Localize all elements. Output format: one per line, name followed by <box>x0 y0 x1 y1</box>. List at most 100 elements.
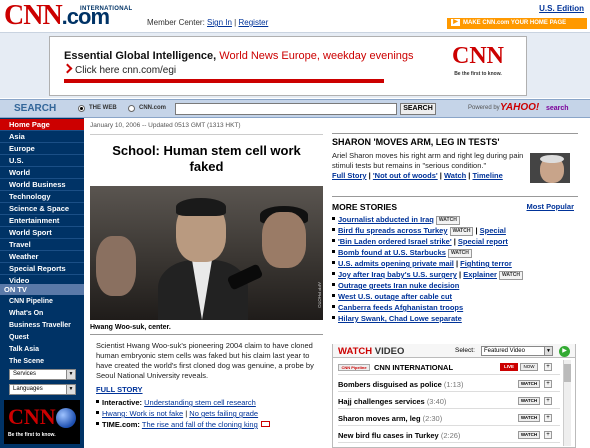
nav-special-reports[interactable]: Special Reports <box>0 263 84 275</box>
services-select[interactable]: Services ▼ <box>9 369 76 380</box>
ad-banner[interactable]: Essential Global Intelligence, World New… <box>49 36 527 96</box>
story-link[interactable]: Canberra feeds Afghanistan troops <box>338 303 463 312</box>
nav-travel[interactable]: Travel <box>0 239 84 251</box>
plus-icon[interactable]: + <box>544 414 552 422</box>
video-row[interactable]: Bombers disguised as police (1:13) WATCH… <box>338 377 560 392</box>
video-row[interactable]: Sharon moves arm, leg (2:30) WATCH + <box>338 411 560 426</box>
make-homepage-button[interactable]: ▶ MAKE CNN.com YOUR HOME PAGE <box>447 18 587 29</box>
story-item: Hilary Swank, Chad Lowe separate <box>332 314 462 324</box>
divider <box>90 334 323 335</box>
story-link[interactable]: U.S. admits opening private mail <box>338 259 454 268</box>
radio-the-web-label[interactable]: THE WEB <box>89 105 117 111</box>
sign-in-link[interactable]: Sign In <box>207 18 232 27</box>
sharon-headline[interactable]: SHARON 'MOVES ARM, LEG IN TESTS' <box>332 137 499 147</box>
search-input[interactable] <box>175 103 397 115</box>
nav-entertainment[interactable]: Entertainment <box>0 215 84 227</box>
story-link[interactable]: West U.S. outage after cable cut <box>338 292 452 301</box>
nav-asia[interactable]: Asia <box>0 131 84 143</box>
not-out-of-woods-link[interactable]: 'Not out of woods' <box>373 171 438 180</box>
related-link-time: TIME.com: The rise and fall of the cloni… <box>96 420 270 430</box>
tv-cnn-pipeline[interactable]: CNN Pipeline <box>0 296 84 308</box>
story-link[interactable]: Bomb found at U.S. Starbucks <box>338 248 446 257</box>
now-button[interactable]: NOW <box>520 363 538 371</box>
story-item: U.S. admits opening private mail | Fight… <box>332 259 512 269</box>
story-item: Bomb found at U.S. Starbucks WATCH <box>332 248 474 258</box>
nav-world-sport[interactable]: World Sport <box>0 227 84 239</box>
story-link[interactable]: Bird flu spreads across Turkey <box>338 226 448 235</box>
languages-select[interactable]: Languages ▼ <box>9 384 76 395</box>
us-edition-link[interactable]: U.S. Edition <box>539 4 584 13</box>
special-report-link[interactable]: Special report <box>458 237 508 246</box>
nav-technology[interactable]: Technology <box>0 191 84 203</box>
sharon-full-story-link[interactable]: Full Story <box>332 171 367 180</box>
cnn-promo-logo[interactable]: CNN Be the first to know. <box>4 400 80 444</box>
banner-title: Essential Global Intelligence, World New… <box>64 50 414 62</box>
sharon-timeline-link[interactable]: Timeline <box>472 171 502 180</box>
story-link[interactable]: Joy after Iraq baby's U.S. surgery <box>338 270 457 279</box>
story-link[interactable]: Outrage greets Iran nuke decision <box>338 281 459 290</box>
more-stories-title: MORE STORIES <box>332 202 398 212</box>
nav-weather[interactable]: Weather <box>0 251 84 263</box>
plus-icon[interactable]: + <box>544 397 552 405</box>
nav-world[interactable]: World <box>0 167 84 179</box>
understanding-stem-cell-link[interactable]: Understanding stem cell research <box>144 398 256 407</box>
photo-credit: AFP PHOTO <box>317 282 322 308</box>
globe-icon <box>56 408 76 428</box>
story-link[interactable]: Journalist abducted in Iraq <box>338 215 434 224</box>
watch-button[interactable]: WATCH <box>498 271 523 280</box>
tv-business-traveller[interactable]: Business Traveller <box>0 320 84 332</box>
radio-cnn-label[interactable]: CNN.com <box>139 105 166 111</box>
watch-button[interactable]: WATCH <box>518 380 540 388</box>
story-link[interactable]: Hilary Swank, Chad Lowe separate <box>338 314 462 323</box>
tv-whats-on[interactable]: What's On <box>0 308 84 320</box>
explainer-link[interactable]: Explainer <box>463 270 497 279</box>
video-row[interactable]: New bird flu cases in Turkey (2:26) WATC… <box>338 428 560 443</box>
watch-button[interactable]: WATCH <box>518 414 540 422</box>
plus-icon[interactable]: + <box>544 363 552 371</box>
nav-world-business[interactable]: World Business <box>0 179 84 191</box>
go-button[interactable]: ▶ <box>559 346 570 357</box>
video-select[interactable]: Featured Video ▼ <box>481 346 553 356</box>
fighting-terror-link[interactable]: Fighting terror <box>460 259 512 268</box>
watch-button[interactable]: WATCH <box>447 249 472 258</box>
tv-the-scene[interactable]: The Scene <box>0 356 84 368</box>
register-link[interactable]: Register <box>238 18 268 27</box>
watch-video-panel: WATCH VIDEO Select: Featured Video ▼ ▶ CN… <box>332 344 576 448</box>
nav-science-space[interactable]: Science & Space <box>0 203 84 215</box>
nav-home-page[interactable]: Home Page <box>0 119 84 131</box>
nav-europe[interactable]: Europe <box>0 143 84 155</box>
search-button[interactable]: SEARCH <box>400 103 436 115</box>
story-item: Canberra feeds Afghanistan troops <box>332 303 463 313</box>
watch-button[interactable]: WATCH <box>435 216 460 225</box>
watch-video-title: WATCH VIDEO <box>338 346 405 357</box>
hwang-work-not-fake-link[interactable]: Hwang: Work is not fake <box>102 409 183 418</box>
plus-icon[interactable]: + <box>544 380 552 388</box>
video-row[interactable]: Hajj challenges services (3:40) WATCH + <box>338 394 560 409</box>
radio-the-web[interactable] <box>78 105 85 112</box>
most-popular-link[interactable]: Most Popular <box>526 202 574 211</box>
nav-us[interactable]: U.S. <box>0 155 84 167</box>
watch-button[interactable]: WATCH <box>518 431 540 439</box>
tv-talk-asia[interactable]: Talk Asia <box>0 344 84 356</box>
rise-and-fall-link[interactable]: The rise and fall of the cloning king <box>142 420 258 429</box>
story-link[interactable]: 'Bin Laden ordered Israel strike' <box>338 237 452 246</box>
watch-button[interactable]: WATCH <box>449 227 474 236</box>
video-row-live[interactable]: CNN Pipeline CNN INTERNATIONAL LIVE NOW … <box>338 360 560 375</box>
tv-quest[interactable]: Quest <box>0 332 84 344</box>
scrollbar-thumb[interactable] <box>564 364 571 382</box>
radio-cnn[interactable] <box>128 105 135 112</box>
story-item: 'Bin Laden ordered Israel strike' | Spec… <box>332 237 508 247</box>
story-photo[interactable]: AFP PHOTO <box>90 186 323 320</box>
video-scrollbar[interactable] <box>563 360 571 446</box>
failing-grade-link[interactable]: No gets failing grade <box>189 409 258 418</box>
story-item: Bird flu spreads across Turkey WATCH | Spe… <box>332 226 506 236</box>
special-link[interactable]: Special <box>480 226 506 235</box>
search-label: SEARCH <box>14 103 57 114</box>
headline[interactable]: School: Human stem cell work faked <box>90 143 323 175</box>
sharon-photo[interactable] <box>530 153 570 183</box>
plus-icon[interactable]: + <box>544 431 552 439</box>
sharon-watch-link[interactable]: Watch <box>444 171 466 180</box>
live-badge: LIVE <box>500 363 518 371</box>
watch-button[interactable]: WATCH <box>518 397 540 405</box>
full-story-link[interactable]: FULL STORY <box>96 385 143 394</box>
